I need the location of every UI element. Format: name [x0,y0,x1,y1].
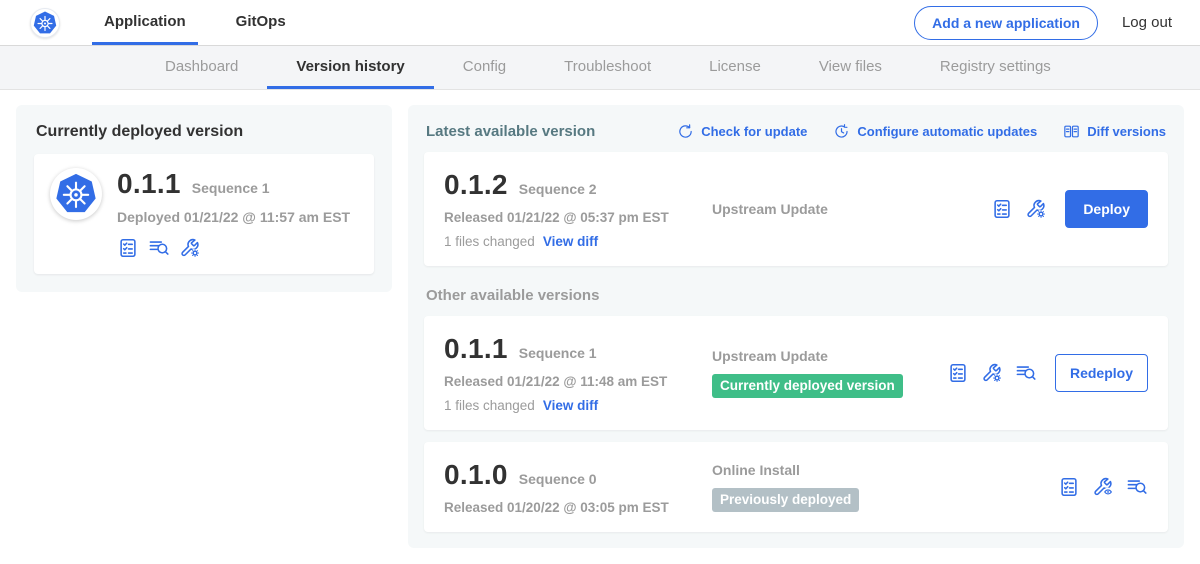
subnav-troubleshoot[interactable]: Troubleshoot [535,46,680,89]
deployed-timestamp: Deployed 01/21/22 @ 11:57 am EST [117,209,350,225]
logout-link[interactable]: Log out [1122,14,1172,31]
deploy-logs-icon[interactable] [148,237,170,259]
currently-deployed-badge: Currently deployed version [712,374,903,398]
configure-automatic-updates-label: Configure automatic updates [857,124,1037,139]
deploy-logs-icon[interactable] [1015,362,1037,384]
other-versions-title: Other available versions [426,287,1166,304]
source-label: Upstream Update [712,348,947,364]
version-row-0-1-0: 0.1.0 Sequence 0 Released 01/20/22 @ 03:… [424,442,1168,532]
main-content: Currently deployed version 0.1.1 Sequenc… [0,90,1200,563]
version-number: 0.1.1 [444,333,508,365]
subnav-registry-settings[interactable]: Registry settings [911,46,1080,89]
version-sequence: Sequence 2 [519,181,597,197]
schedule-update-icon [833,123,850,140]
header-right: Add a new application Log out [914,0,1172,45]
view-diff-link[interactable]: View diff [543,398,598,413]
latest-version-title: Latest available version [426,123,595,140]
preflight-checks-icon[interactable] [117,237,139,259]
add-application-button[interactable]: Add a new application [914,6,1098,40]
subnav-view-files[interactable]: View files [790,46,911,89]
kubernetes-logo-icon [33,11,57,35]
currently-deployed-title: Currently deployed version [36,123,374,141]
version-row-0-1-2: 0.1.2 Sequence 2 Released 01/21/22 @ 05:… [424,152,1168,266]
diff-versions-icon [1063,123,1080,140]
version-history-panel: Latest available version Check for updat… [408,105,1184,548]
released-timestamp: Released 01/20/22 @ 03:05 pm EST [444,500,696,515]
released-timestamp: Released 01/21/22 @ 05:37 pm EST [444,210,696,225]
source-label: Online Install [712,462,1058,478]
previously-deployed-badge: Previously deployed [712,488,859,512]
files-changed-label: 1 files changed [444,398,535,413]
diff-versions-link[interactable]: Diff versions [1063,123,1166,140]
kubernetes-logo-icon [55,173,97,215]
source-label: Upstream Update [712,201,991,217]
deployed-action-icons [117,237,350,259]
version-number: 0.1.2 [444,169,508,201]
kubernetes-logo-icon [30,8,60,38]
version-info: 0.1.0 Sequence 0 Released 01/20/22 @ 03:… [444,459,696,515]
configure-automatic-updates-link[interactable]: Configure automatic updates [833,123,1037,140]
version-actions: Deploy [991,190,1148,228]
subnav-config[interactable]: Config [434,46,535,89]
deploy-logs-icon[interactable] [1126,476,1148,498]
version-sequence: Sequence 1 [519,345,597,361]
edit-config-icon[interactable] [981,362,1003,384]
deployed-version-tile: 0.1.1 Sequence 1 Deployed 01/21/22 @ 11:… [34,154,374,274]
subnav-dashboard[interactable]: Dashboard [136,46,267,89]
edit-config-icon[interactable] [1025,198,1047,220]
edit-config-icon[interactable] [179,237,201,259]
check-for-update-label: Check for update [701,124,807,139]
panel-actions: Check for update Configure automatic upd… [677,123,1166,140]
version-actions [1058,476,1148,498]
version-row-0-1-1: 0.1.1 Sequence 1 Released 01/21/22 @ 11:… [424,316,1168,430]
tab-gitops[interactable]: GitOps [224,0,298,45]
redeploy-button[interactable]: Redeploy [1055,354,1148,392]
files-changed-label: 1 files changed [444,234,535,249]
version-actions: Redeploy [947,354,1148,392]
version-number: 0.1.0 [444,459,508,491]
deployed-sequence: Sequence 1 [192,180,270,196]
latest-version-header: Latest available version Check for updat… [426,123,1166,140]
tab-application[interactable]: Application [92,0,198,45]
preflight-checks-icon[interactable] [1058,476,1080,498]
version-info: 0.1.2 Sequence 2 Released 01/21/22 @ 05:… [444,169,696,249]
version-source: Online Install Previously deployed [696,462,1058,512]
deployed-version-number: 0.1.1 [117,168,181,200]
app-logo [50,168,102,220]
deployed-version-info: 0.1.1 Sequence 1 Deployed 01/21/22 @ 11:… [117,168,350,259]
refresh-icon [677,123,694,140]
view-diff-link[interactable]: View diff [543,234,598,249]
preflight-checks-icon[interactable] [991,198,1013,220]
subnav-license[interactable]: License [680,46,790,89]
view-config-icon[interactable] [1092,476,1114,498]
version-source: Upstream Update Currently deployed versi… [696,348,947,398]
diff-versions-label: Diff versions [1087,124,1166,139]
preflight-checks-icon[interactable] [947,362,969,384]
top-header: Application GitOps Add a new application… [0,0,1200,46]
currently-deployed-card: Currently deployed version 0.1.1 Sequenc… [16,105,392,292]
version-sequence: Sequence 0 [519,471,597,487]
version-source: Upstream Update [696,201,991,217]
version-info: 0.1.1 Sequence 1 Released 01/21/22 @ 11:… [444,333,696,413]
deploy-button[interactable]: Deploy [1065,190,1148,228]
app-subnav: Dashboard Version history Config Trouble… [0,46,1200,90]
subnav-version-history[interactable]: Version history [267,46,433,89]
app-level-tabs: Application GitOps [92,0,298,45]
check-for-update-link[interactable]: Check for update [677,123,807,140]
released-timestamp: Released 01/21/22 @ 11:48 am EST [444,374,696,389]
